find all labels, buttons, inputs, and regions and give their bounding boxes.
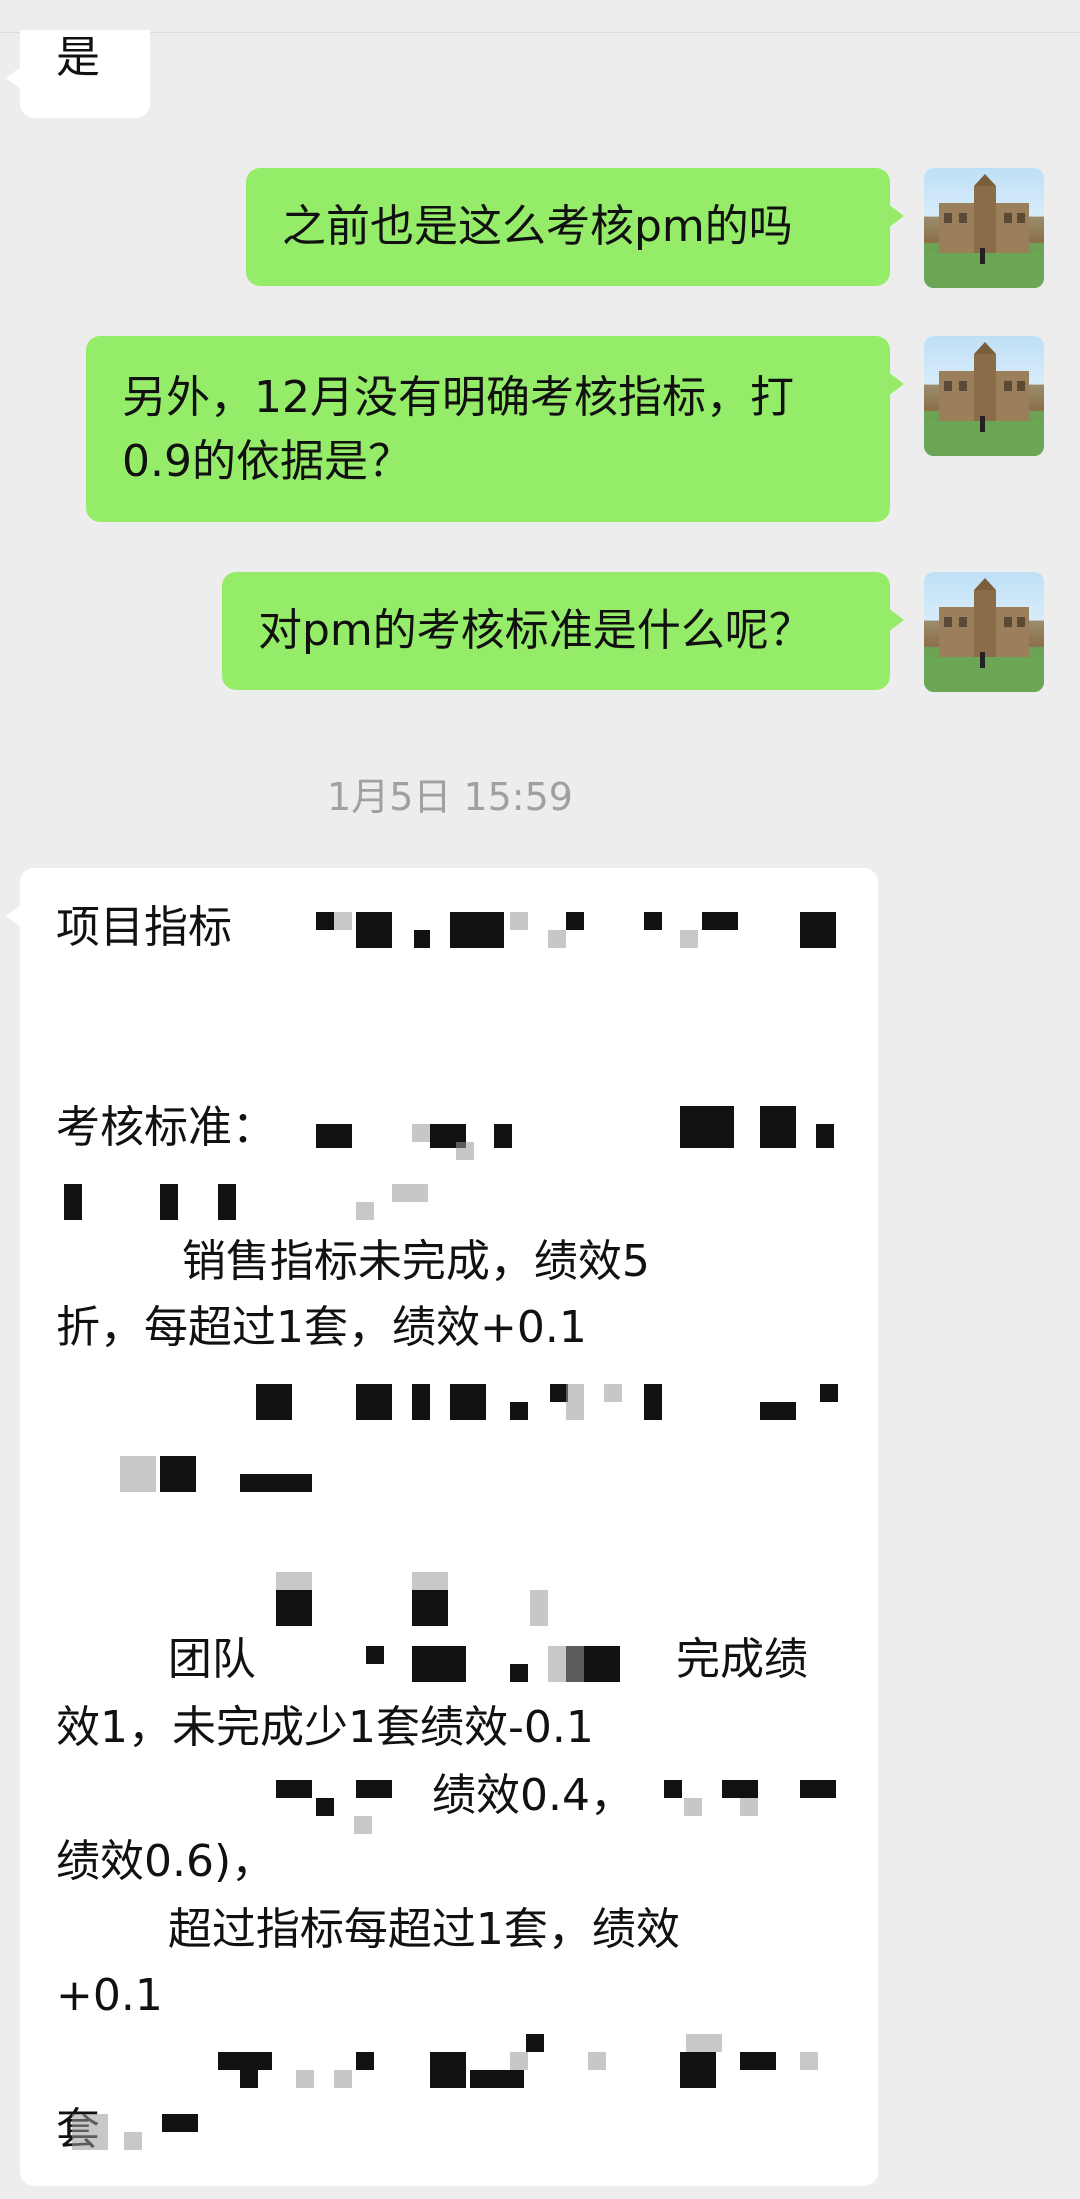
message-line: 0.9的依据是？ [122,436,412,487]
message-line: 绩效0.6)， [56,1836,276,1887]
message-line: 考核标准： [56,1102,276,1153]
message-timestamp: 1月5日 15:59 [327,775,573,819]
outgoing-message[interactable]: 对pm的考核标准是什么呢？ [222,572,904,690]
building-photo-icon [924,174,1044,288]
avatar[interactable] [924,168,1044,288]
incoming-message[interactable]: 是 [6,30,150,118]
message-line: +0.1 [56,1970,163,2021]
building-photo-icon [924,578,1044,692]
message-text: 之前也是这么考核pm的吗 [282,201,793,252]
outgoing-message[interactable]: 之前也是这么考核pm的吗 [246,168,904,286]
message-line: 折，每超过1套，绩效+0.1 [56,1302,587,1353]
message-line: 另外，12月没有明确考核指标，打 [122,372,794,423]
message-line: 团队 [56,1634,256,1685]
top-divider [0,0,1080,33]
message-line: 套 [56,2104,100,2155]
avatar[interactable] [924,336,1044,456]
building-photo-icon [924,342,1044,456]
message-text: 对pm的考核标准是什么呢？ [258,605,813,656]
message-line: 超过指标每超过1套，绩效 [56,1904,680,1955]
avatar[interactable] [924,572,1044,692]
outgoing-message[interactable]: 另外，12月没有明确考核指标，打 0.9的依据是？ [86,336,904,522]
message-line: 销售指标未完成，绩效5 [56,1236,650,1287]
message-line: 绩效0.4， [432,1770,634,1821]
message-text: 是 [56,32,100,83]
message-line: 项目指标 [56,902,232,953]
message-line: 完成绩 [676,1634,808,1685]
message-line: 效1，未完成少1套绩效-0.1 [56,1702,594,1753]
